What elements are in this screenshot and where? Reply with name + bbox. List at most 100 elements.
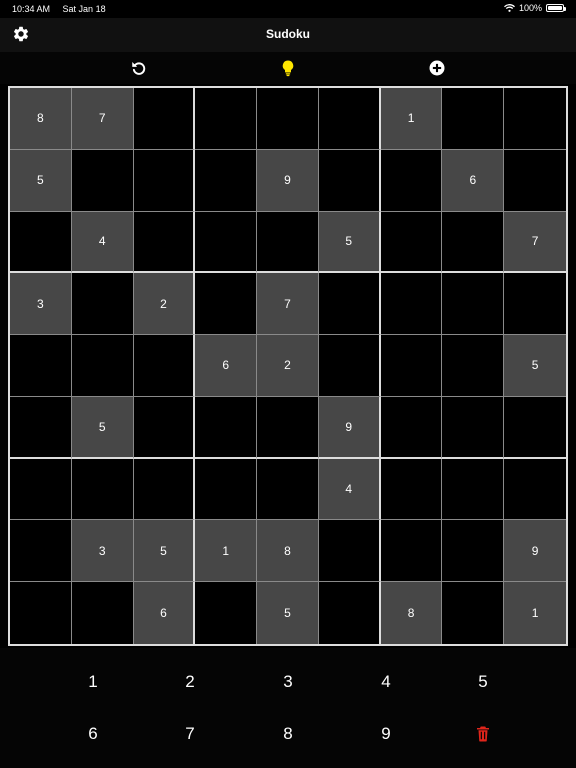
board-cell[interactable]: 5 [71, 396, 134, 459]
board-cell[interactable] [10, 211, 72, 274]
board-cell[interactable] [71, 149, 134, 212]
sudoku-board: 871596457327625594351896581 [8, 86, 568, 646]
board-cell[interactable] [442, 520, 505, 583]
board-cell[interactable] [380, 149, 443, 212]
board-cell[interactable]: 9 [257, 149, 319, 212]
board-cell[interactable] [380, 458, 443, 521]
board-cell[interactable] [504, 459, 566, 521]
board-cell[interactable] [380, 520, 443, 583]
board-cell[interactable]: 9 [318, 396, 381, 459]
board-cell[interactable]: 5 [10, 149, 72, 212]
board-cell[interactable] [195, 273, 258, 336]
number-button-3[interactable]: 3 [258, 662, 318, 702]
board-cell[interactable]: 7 [71, 88, 134, 150]
board-cell[interactable] [195, 396, 258, 459]
board-cell[interactable] [442, 396, 505, 459]
status-date: Sat Jan 18 [62, 4, 106, 14]
number-button-8[interactable]: 8 [258, 714, 318, 754]
board-cell[interactable] [380, 211, 443, 274]
plus-circle-icon[interactable] [428, 59, 446, 77]
board-cell[interactable] [133, 335, 196, 397]
status-bar: 10:34 AM Sat Jan 18 100% [0, 0, 576, 18]
board-cell[interactable] [318, 88, 381, 150]
board-cell[interactable] [380, 396, 443, 459]
board-cell[interactable]: 1 [504, 582, 566, 644]
status-right: 100% [504, 3, 566, 13]
lightbulb-icon[interactable] [279, 59, 297, 77]
board-cell[interactable] [319, 582, 381, 644]
board-cell[interactable] [442, 458, 505, 521]
number-button-6[interactable]: 6 [63, 714, 123, 754]
board-cell[interactable] [318, 520, 381, 583]
board-cell[interactable]: 8 [257, 520, 319, 583]
number-button-9[interactable]: 9 [356, 714, 416, 754]
board-cell[interactable]: 2 [133, 273, 196, 336]
board-cell[interactable] [257, 211, 319, 274]
board-cell[interactable] [257, 458, 319, 521]
board-cell[interactable] [133, 396, 196, 459]
board-cell[interactable] [195, 458, 258, 521]
board-cell[interactable] [10, 335, 72, 397]
board-cell[interactable]: 7 [504, 211, 566, 274]
board-cell[interactable]: 1 [380, 88, 443, 150]
board-cell[interactable] [318, 273, 381, 336]
board-cell[interactable] [380, 335, 443, 397]
board-cell[interactable]: 5 [504, 335, 566, 397]
board-cell[interactable]: 8 [380, 582, 443, 644]
board-cell[interactable] [257, 396, 319, 459]
board-cell[interactable] [133, 211, 196, 274]
board-cell[interactable]: 5 [318, 211, 381, 274]
status-left: 10:34 AM Sat Jan 18 [12, 4, 116, 14]
board-cell[interactable]: 4 [318, 458, 381, 521]
board-cell[interactable]: 7 [257, 273, 319, 336]
board-cell[interactable]: 8 [10, 88, 72, 150]
board-cell[interactable] [442, 335, 505, 397]
number-button-4[interactable]: 4 [356, 662, 416, 702]
board-cell[interactable]: 6 [195, 335, 258, 397]
board-cell[interactable] [442, 582, 505, 644]
board-cell[interactable]: 9 [504, 520, 566, 583]
board-cell[interactable]: 5 [257, 582, 319, 644]
board-cell[interactable] [133, 149, 196, 212]
undo-icon[interactable] [130, 59, 148, 77]
board-cell[interactable] [195, 211, 258, 274]
board-cell[interactable] [257, 88, 319, 150]
board-cell[interactable] [504, 150, 566, 212]
board-cell[interactable] [504, 88, 566, 150]
board-cell[interactable] [195, 88, 258, 150]
board-cell[interactable] [442, 273, 505, 336]
board-cell[interactable] [442, 88, 505, 150]
board-cell[interactable] [195, 582, 258, 644]
board-cell[interactable] [71, 273, 134, 336]
number-button-7[interactable]: 7 [160, 714, 220, 754]
board-cell[interactable] [380, 273, 443, 336]
board-cell[interactable] [71, 458, 134, 521]
number-button-1[interactable]: 1 [63, 662, 123, 702]
board-cell[interactable] [10, 520, 72, 583]
board-cell[interactable]: 1 [195, 520, 258, 583]
board-cell[interactable]: 6 [442, 149, 505, 212]
board-cell[interactable] [195, 149, 258, 212]
board-cell[interactable] [318, 335, 381, 397]
board-cell[interactable]: 6 [133, 582, 196, 644]
board-cell[interactable]: 3 [71, 520, 134, 583]
trash-icon[interactable] [474, 725, 492, 743]
board-cell[interactable] [442, 211, 505, 274]
board-cell[interactable] [133, 458, 196, 521]
board-cell[interactable] [318, 149, 381, 212]
board-cell[interactable] [10, 582, 72, 644]
board-cell[interactable] [133, 88, 196, 150]
board-cell[interactable] [71, 335, 134, 397]
toolbar [0, 52, 576, 84]
number-button-2[interactable]: 2 [160, 662, 220, 702]
board-cell[interactable]: 2 [257, 335, 319, 397]
board-cell[interactable] [72, 582, 134, 644]
board-cell[interactable] [504, 397, 566, 459]
board-cell[interactable]: 3 [10, 273, 72, 336]
board-cell[interactable] [10, 458, 72, 521]
board-cell[interactable]: 5 [133, 520, 196, 583]
board-cell[interactable]: 4 [71, 211, 134, 274]
board-cell[interactable] [10, 396, 72, 459]
board-cell[interactable] [504, 273, 566, 336]
number-button-5[interactable]: 5 [453, 662, 513, 702]
